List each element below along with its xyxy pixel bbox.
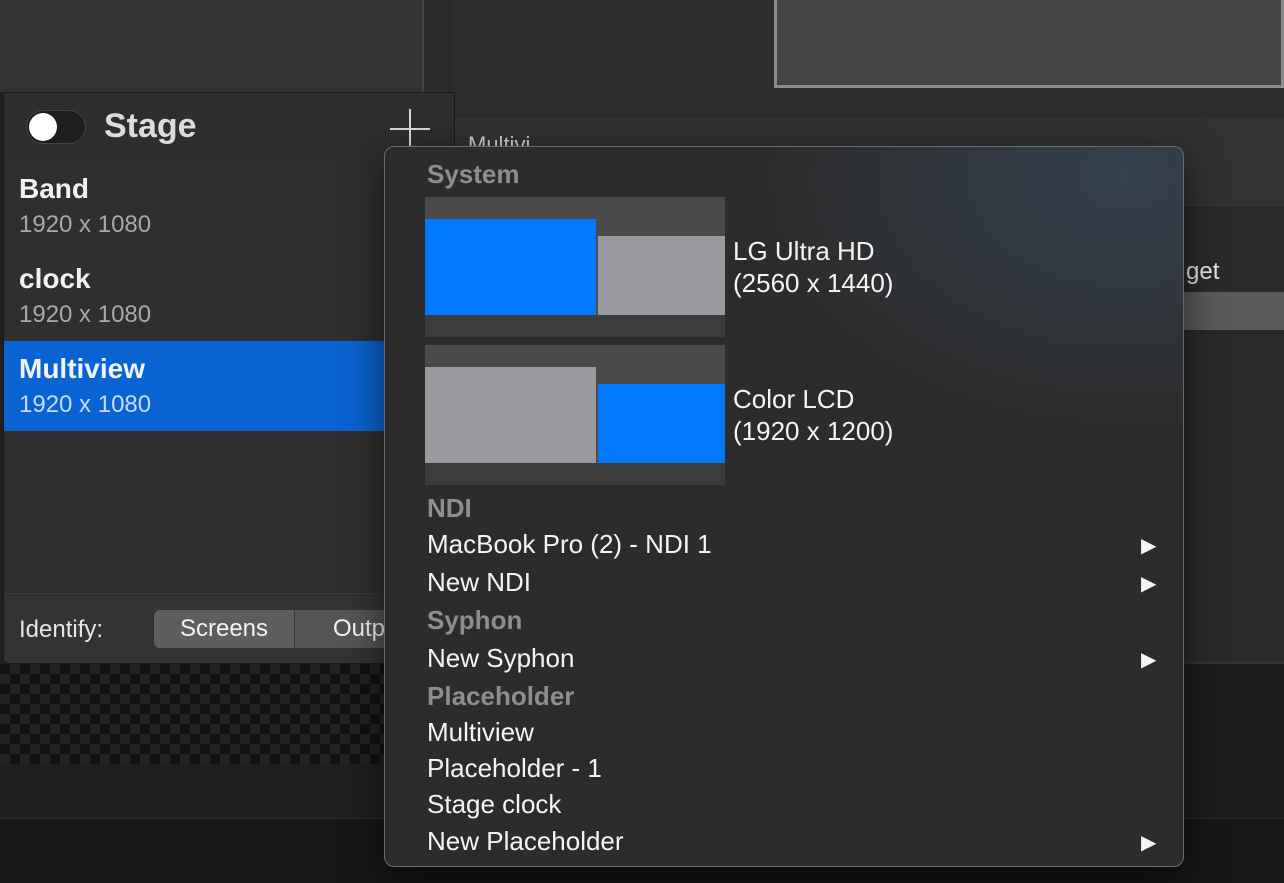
monitor-color-lcd [598, 384, 725, 464]
toggle-knob [29, 113, 57, 141]
screen-name: clock [19, 263, 91, 294]
menu-item-new-placeholder[interactable]: New Placeholder ▶ [385, 824, 1183, 860]
screen-name: Multiview [19, 353, 146, 384]
menu-item-placeholder-1[interactable]: Placeholder - 1 [385, 751, 1183, 787]
display-resolution: (1920 x 1200) [733, 416, 894, 446]
output-preview [774, 0, 1284, 88]
menu-item-label: Placeholder - 1 [427, 753, 602, 783]
monitor-color-lcd [598, 236, 725, 316]
display-arrangement-thumbnail [425, 197, 725, 337]
menu-item-label: New Placeholder [427, 826, 624, 856]
display-item-color-lcd[interactable]: Color LCD (1920 x 1200) [425, 345, 1165, 485]
menu-item-new-ndi[interactable]: New NDI ▶ [385, 565, 1183, 601]
section-ndi: NDI [427, 493, 472, 523]
identify-label: Identify: [19, 616, 104, 643]
submenu-arrow-icon: ▶ [1141, 573, 1157, 595]
menu-item-label: Multiview [427, 717, 534, 747]
menu-item-multiview[interactable]: Multiview [385, 715, 1183, 751]
display-name: Color LCD [733, 384, 855, 414]
screen-resolution: 1920 x 1080 [19, 211, 152, 238]
submenu-arrow-icon: ▶ [1141, 649, 1157, 671]
screen-name: Band [19, 173, 89, 204]
submenu-arrow-icon: ▶ [1141, 535, 1157, 557]
screen-resolution: 1920 x 1080 [19, 391, 152, 418]
section-placeholder: Placeholder [427, 681, 575, 711]
display-item-lg-ultra-hd[interactable]: LG Ultra HD (2560 x 1440) [425, 197, 1165, 337]
section-system: System [427, 159, 520, 189]
section-syphon: Syphon [427, 605, 523, 635]
display-resolution: (2560 x 1440) [733, 268, 894, 298]
add-screen-popup-menu: System LG Ultra HD (2560 x 1440) Color L… [384, 146, 1184, 867]
menu-item-label: MacBook Pro (2) - NDI 1 [427, 529, 712, 559]
menu-item-label: New NDI [427, 567, 532, 597]
menu-item-macbook-ndi[interactable]: MacBook Pro (2) - NDI 1 ▶ [385, 527, 1183, 563]
target-label: get [1186, 258, 1220, 285]
menu-item-label: Stage clock [427, 789, 562, 819]
monitor-lg-ultra-hd [425, 219, 596, 316]
stage-toggle-switch[interactable] [26, 110, 86, 144]
stage-title: Stage [104, 107, 197, 145]
submenu-arrow-icon: ▶ [1141, 832, 1157, 854]
menu-item-label: New Syphon [427, 643, 575, 673]
menu-item-new-syphon[interactable]: New Syphon ▶ [385, 641, 1183, 677]
identify-screens-button[interactable]: Screens [154, 610, 295, 648]
display-name: LG Ultra HD [733, 236, 875, 266]
monitor-lg-ultra-hd [425, 367, 596, 464]
screen-resolution: 1920 x 1080 [19, 301, 152, 328]
transparency-checkerboard [0, 664, 384, 764]
menu-item-stage-clock[interactable]: Stage clock [385, 787, 1183, 823]
background-divider [424, 0, 452, 92]
add-screen-button[interactable] [390, 109, 430, 149]
background-panel-top [0, 0, 424, 92]
display-arrangement-thumbnail [425, 345, 725, 485]
